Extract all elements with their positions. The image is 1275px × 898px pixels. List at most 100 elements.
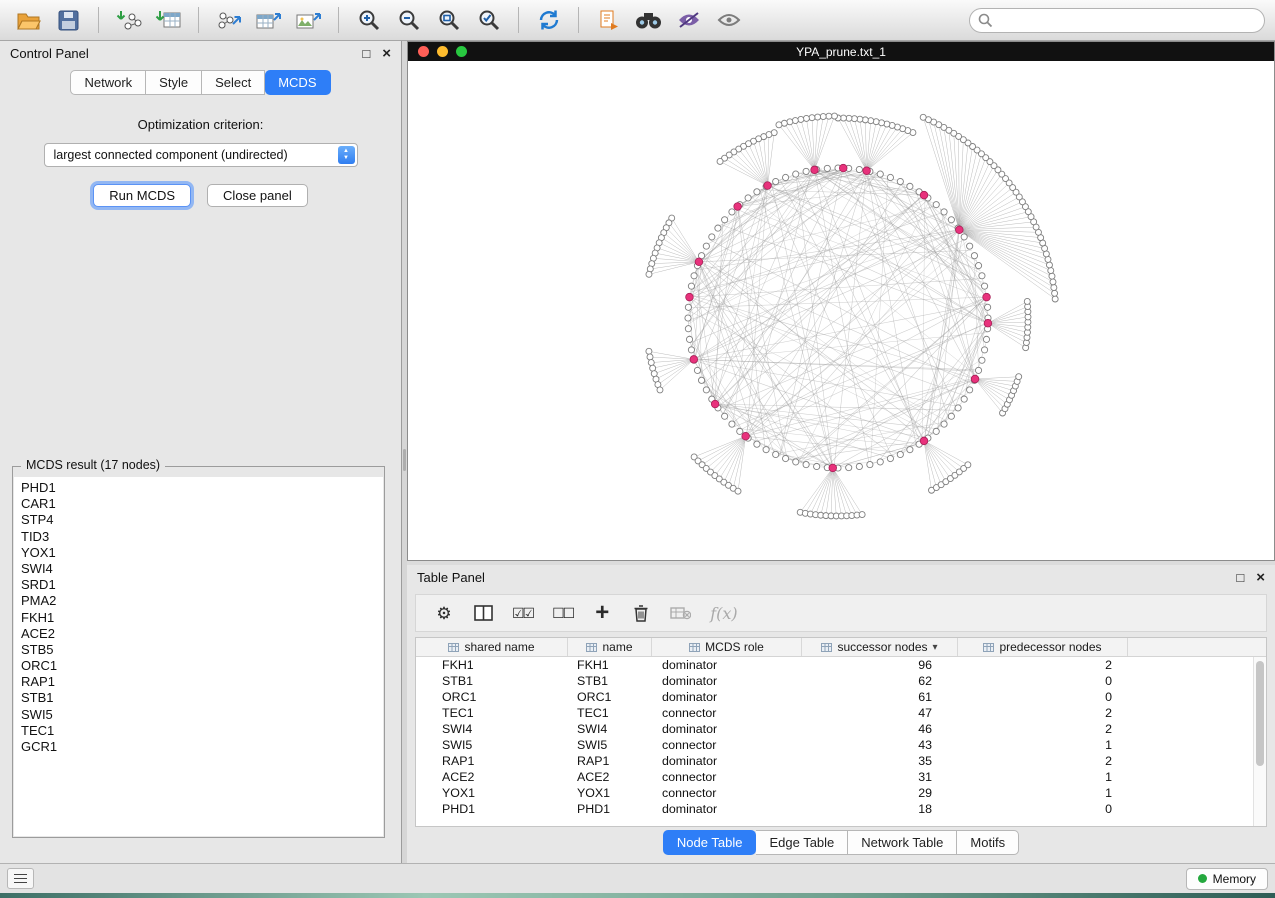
mcds-result-item[interactable]: PMA2 bbox=[21, 593, 376, 609]
network-window: YPA_prune.txt_1 bbox=[407, 41, 1275, 561]
tab-motifs[interactable]: Motifs bbox=[957, 830, 1019, 855]
import-table-button[interactable] bbox=[150, 4, 187, 36]
mcds-result-item[interactable]: TEC1 bbox=[21, 723, 376, 739]
import-network-button[interactable] bbox=[110, 4, 147, 36]
mcds-result-item[interactable]: SRD1 bbox=[21, 577, 376, 593]
table-cell: 62 bbox=[802, 674, 958, 688]
close-panel-icon[interactable]: × bbox=[382, 46, 391, 61]
table-row[interactable]: SWI5SWI5connector431 bbox=[416, 737, 1266, 753]
close-window-icon[interactable] bbox=[418, 46, 429, 57]
zoom-out-icon bbox=[397, 8, 421, 32]
mcds-result-item[interactable]: FKH1 bbox=[21, 610, 376, 626]
search-network-button[interactable] bbox=[630, 4, 667, 36]
table-row[interactable]: RAP1RAP1dominator352 bbox=[416, 753, 1266, 769]
column-header-name[interactable]: name bbox=[568, 638, 652, 656]
mcds-result-item[interactable]: RAP1 bbox=[21, 674, 376, 690]
float-panel-icon[interactable]: □ bbox=[1236, 571, 1244, 584]
tab-edge-table[interactable]: Edge Table bbox=[756, 830, 848, 855]
zoom-fit-button[interactable] bbox=[430, 4, 467, 36]
minimize-window-icon[interactable] bbox=[437, 46, 448, 57]
main-toolbar bbox=[0, 0, 1275, 41]
control-panel: Control Panel □ × Network Style Select M… bbox=[0, 41, 402, 863]
zoom-out-button[interactable] bbox=[390, 4, 427, 36]
tab-select[interactable]: Select bbox=[202, 70, 265, 95]
table-panel-header: Table Panel □ × bbox=[407, 565, 1275, 590]
table-cell: FKH1 bbox=[568, 658, 652, 672]
table-row[interactable]: PHD1PHD1dominator180 bbox=[416, 801, 1266, 817]
table-row[interactable]: SWI4SWI4dominator462 bbox=[416, 721, 1266, 737]
save-button[interactable] bbox=[50, 4, 87, 36]
tab-network[interactable]: Network bbox=[70, 70, 146, 95]
table-row[interactable]: FKH1FKH1dominator962 bbox=[416, 657, 1266, 673]
mcds-result-item[interactable]: STB5 bbox=[21, 642, 376, 658]
mcds-result-item[interactable]: PHD1 bbox=[21, 480, 376, 496]
network-canvas[interactable] bbox=[408, 61, 1274, 560]
network-window-titlebar[interactable]: YPA_prune.txt_1 bbox=[408, 42, 1274, 61]
table-row[interactable]: TEC1TEC1connector472 bbox=[416, 705, 1266, 721]
delete-column-trash-icon[interactable] bbox=[631, 600, 651, 626]
export-table-button[interactable] bbox=[250, 4, 287, 36]
maximize-window-icon[interactable] bbox=[456, 46, 467, 57]
mcds-result-item[interactable]: TID3 bbox=[21, 529, 376, 545]
table-row[interactable]: ACE2ACE2connector311 bbox=[416, 769, 1266, 785]
column-header-shared-name[interactable]: shared name bbox=[416, 638, 568, 656]
mcds-result-item[interactable]: STP4 bbox=[21, 512, 376, 528]
table-cell: YOX1 bbox=[416, 786, 568, 800]
dropdown-stepper-icon: ▲▼ bbox=[338, 146, 355, 164]
column-header-predecessor-nodes[interactable]: predecessor nodes bbox=[958, 638, 1128, 656]
run-mcds-button[interactable]: Run MCDS bbox=[93, 184, 191, 207]
zoom-selected-button[interactable] bbox=[470, 4, 507, 36]
tab-network-table[interactable]: Network Table bbox=[848, 830, 957, 855]
mcds-result-item[interactable]: ACE2 bbox=[21, 626, 376, 642]
add-column-icon[interactable]: + bbox=[592, 600, 612, 626]
table-scrollbar-thumb[interactable] bbox=[1256, 661, 1264, 766]
mcds-result-item[interactable]: GCR1 bbox=[21, 739, 376, 755]
show-column-icon[interactable] bbox=[473, 600, 493, 626]
mcds-result-item[interactable]: ORC1 bbox=[21, 658, 376, 674]
copy-style-button[interactable] bbox=[590, 4, 627, 36]
close-panel-button[interactable]: Close panel bbox=[207, 184, 308, 207]
close-panel-icon[interactable]: × bbox=[1256, 570, 1265, 585]
table-cell: FKH1 bbox=[416, 658, 568, 672]
table-row[interactable]: ORC1ORC1dominator610 bbox=[416, 689, 1266, 705]
deselect-all-icon[interactable]: ☐☐ bbox=[552, 600, 573, 626]
mcds-result-list[interactable]: PHD1CAR1STP4TID3YOX1SWI4SRD1PMA2FKH1ACE2… bbox=[14, 477, 383, 836]
column-header-mcds-role[interactable]: MCDS role bbox=[652, 638, 802, 656]
mcds-result-item[interactable]: YOX1 bbox=[21, 545, 376, 561]
table-cell: 2 bbox=[958, 754, 1128, 768]
column-header-successor-nodes[interactable]: successor nodes ▾ bbox=[802, 638, 958, 656]
table-panel-title: Table Panel bbox=[417, 570, 485, 585]
table-cell: SWI4 bbox=[568, 722, 652, 736]
table-cell: ACE2 bbox=[416, 770, 568, 784]
open-file-button[interactable] bbox=[10, 4, 47, 36]
tab-mcds[interactable]: MCDS bbox=[265, 70, 330, 95]
float-panel-icon[interactable]: □ bbox=[362, 47, 370, 60]
show-all-button[interactable] bbox=[710, 4, 747, 36]
search-input[interactable] bbox=[969, 8, 1265, 33]
zoom-in-button[interactable] bbox=[350, 4, 387, 36]
table-cell: 29 bbox=[802, 786, 958, 800]
export-network-button[interactable] bbox=[210, 4, 247, 36]
table-panel: Table Panel □ × ⚙ ☑☑ ☐☐ + f(x) shared na… bbox=[407, 565, 1275, 863]
table-row[interactable]: STB1STB1dominator620 bbox=[416, 673, 1266, 689]
select-all-icon[interactable]: ☑☑ bbox=[512, 600, 533, 626]
open-folder-icon bbox=[16, 10, 41, 31]
criterion-dropdown[interactable]: largest connected component (undirected)… bbox=[44, 143, 358, 167]
table-settings-gear-icon[interactable]: ⚙ bbox=[434, 600, 454, 626]
tab-style[interactable]: Style bbox=[146, 70, 202, 95]
table-cell: dominator bbox=[652, 674, 802, 688]
mcds-result-item[interactable]: CAR1 bbox=[21, 496, 376, 512]
sort-caret-icon[interactable]: ▾ bbox=[933, 642, 938, 653]
mcds-result-item[interactable]: SWI5 bbox=[21, 707, 376, 723]
first-neighbors-button[interactable] bbox=[530, 4, 567, 36]
table-cell: 2 bbox=[958, 658, 1128, 672]
mcds-result-item[interactable]: SWI4 bbox=[21, 561, 376, 577]
tab-node-table[interactable]: Node Table bbox=[663, 830, 757, 855]
export-image-button[interactable] bbox=[290, 4, 327, 36]
memory-button[interactable]: Memory bbox=[1186, 868, 1268, 890]
status-menu-button[interactable] bbox=[7, 868, 34, 889]
mcds-result-item[interactable]: STB1 bbox=[21, 690, 376, 706]
table-row[interactable]: YOX1YOX1connector291 bbox=[416, 785, 1266, 801]
hide-selected-button[interactable] bbox=[670, 4, 707, 36]
table-scrollbar[interactable] bbox=[1253, 657, 1266, 826]
